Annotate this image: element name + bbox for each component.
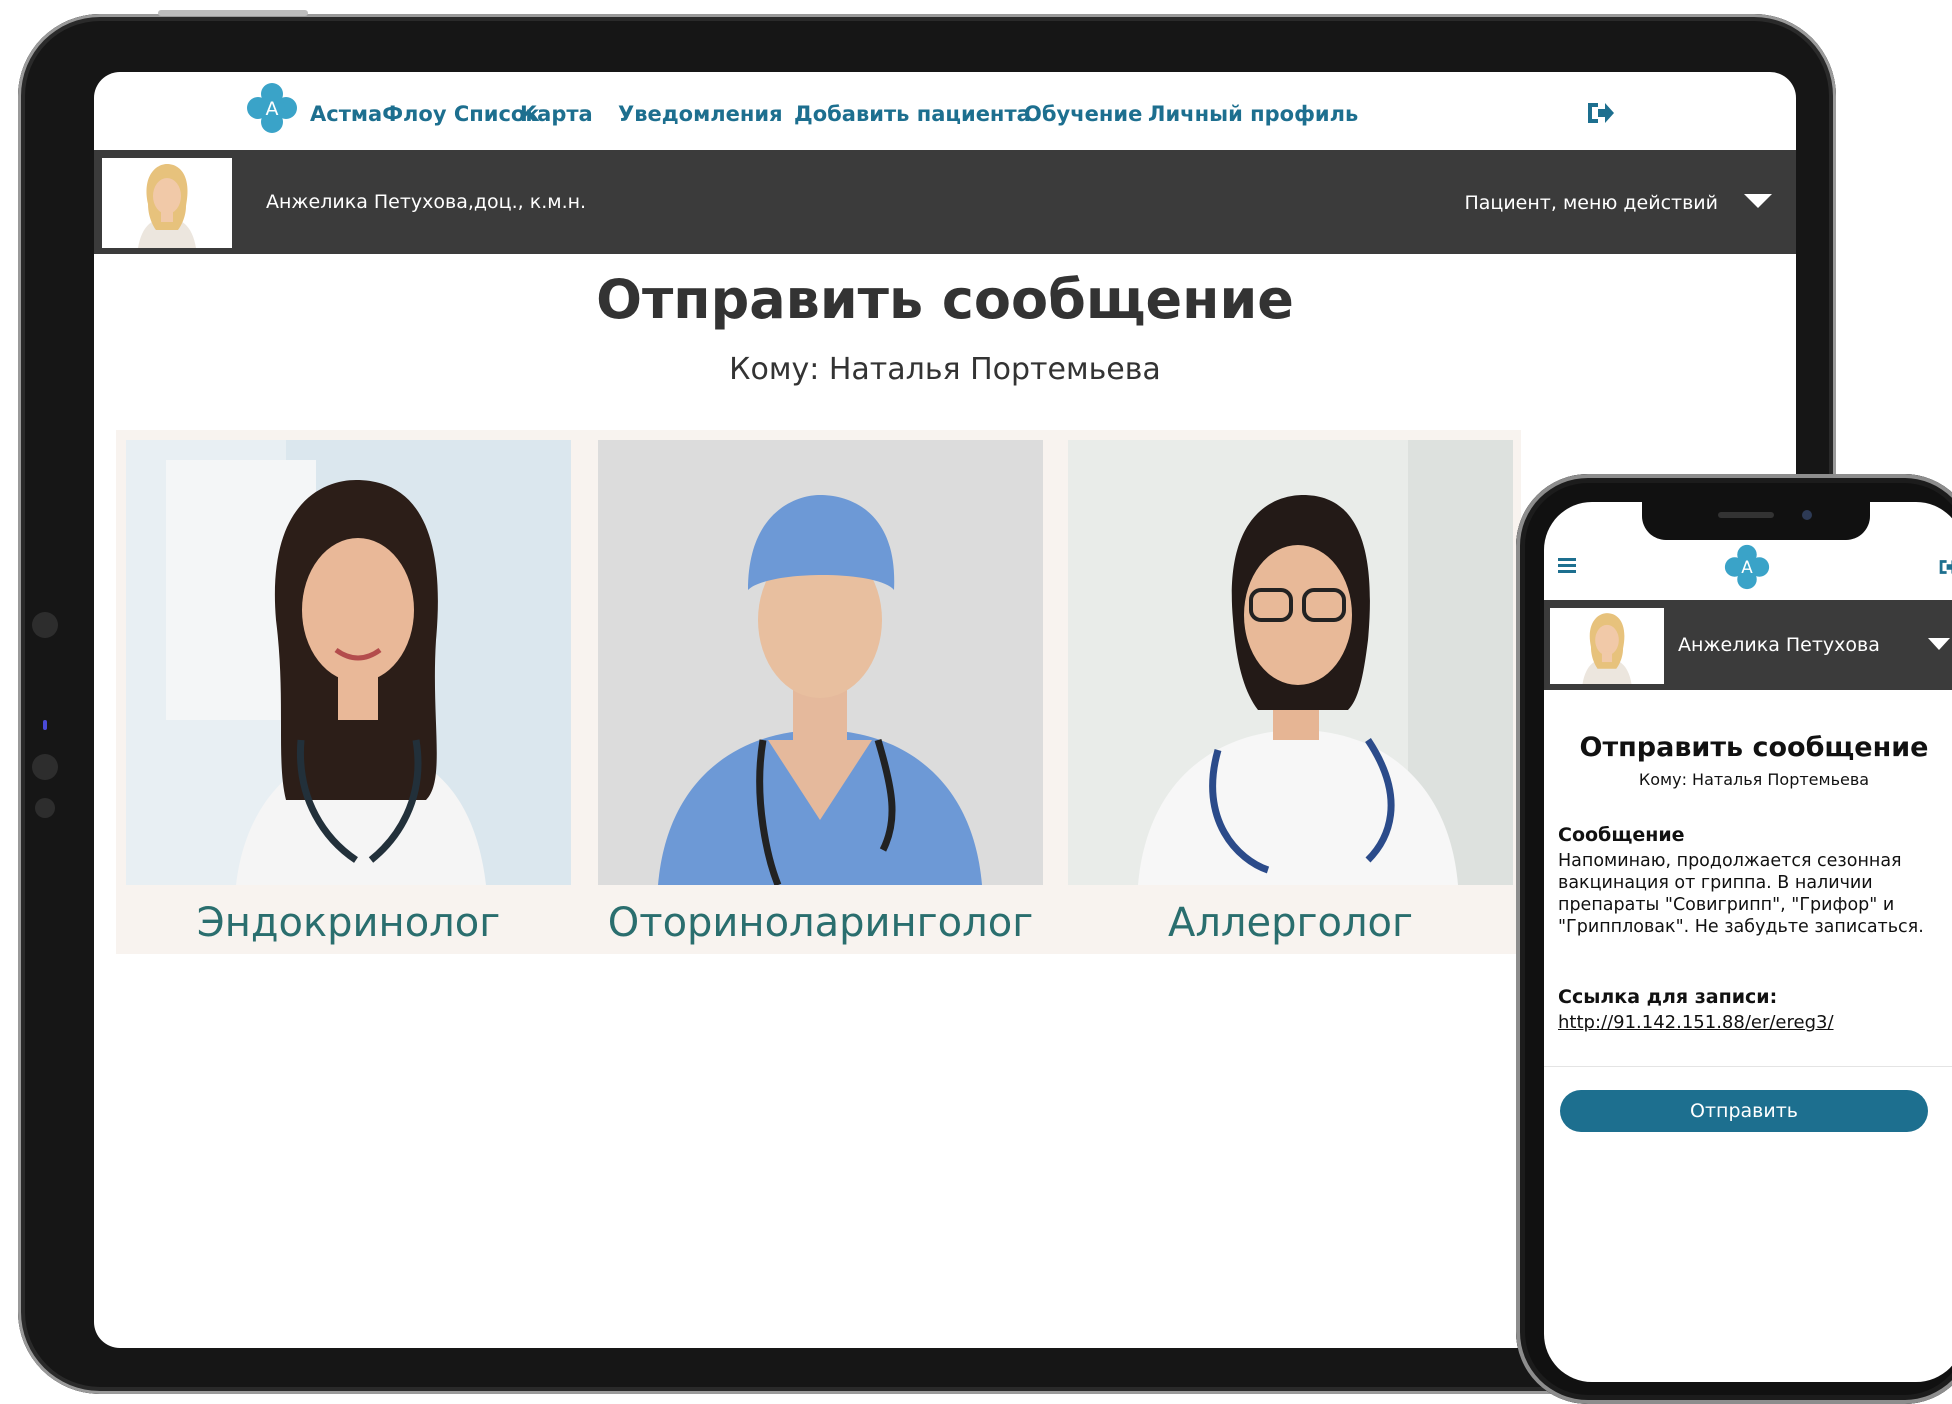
logo-icon[interactable]: A [246,82,298,134]
nav-brand-link[interactable]: АстмаФлоу Список [310,102,540,126]
hamburger-icon[interactable] [1558,558,1576,574]
nav-item-map[interactable]: Карта [520,102,593,126]
avatar [102,158,232,248]
nav-item-profile[interactable]: Личный профиль [1148,102,1358,126]
patient-actions-menu[interactable]: Пациент, меню действий [1464,192,1718,214]
link-label: Ссылка для записи: [1558,986,1778,1008]
top-navigation: A АстмаФлоу Список Карта Уведомления Доб… [94,72,1796,150]
specialist-card-allergist[interactable]: Аллерголог [1068,440,1513,946]
tablet-side-button [35,798,55,818]
specialist-label: Оториноларинголог [607,900,1034,946]
recipient-label: Кому: Наталья Портемьева [1638,770,1870,789]
avatar [1550,608,1664,684]
page-title: Отправить сообщение [1579,732,1929,763]
specialist-label: Аллерголог [1167,900,1414,946]
phone-user-bar: Анжелика Петухова [1544,600,1952,690]
doctor-photo [598,440,1043,885]
recipient-label: Кому: Наталья Портемьева [729,352,1161,387]
user-name: Анжелика Петухова [1678,634,1880,656]
nav-item-notifications[interactable]: Уведомления [618,102,783,126]
phone-screen: A Анжелика Петухова Отправить сообщение … [1544,502,1952,1382]
phone-camera [1802,510,1812,520]
tablet-side-button [32,612,58,638]
exit-icon[interactable] [1586,100,1614,126]
specialist-card-endocrinologist[interactable]: Эндокринолог [126,440,571,946]
tablet-side-button [32,754,58,780]
logo-letter: A [1741,557,1753,577]
page-title: Отправить сообщение [596,268,1294,331]
logo-letter: A [266,98,279,120]
send-button[interactable]: Отправить [1560,1090,1928,1132]
doctor-photo [126,440,571,885]
exit-icon[interactable] [1938,558,1952,576]
tablet-indicator [43,720,47,730]
nav-item-learning[interactable]: Обучение [1024,102,1142,126]
phone-notch [1642,502,1870,540]
message-text[interactable]: Напоминаю, продолжается сезонная вакцина… [1558,850,1952,938]
nav-item-add-patient[interactable]: Добавить пациента [794,102,1031,126]
user-name: Анжелика Петухова,доц., к.м.н. [266,191,587,213]
specialist-label: Эндокринолог [196,900,501,946]
phone-device: A Анжелика Петухова Отправить сообщение … [1516,474,1952,1404]
registration-link[interactable]: http://91.142.151.88/er/ereg3/ [1558,1012,1834,1033]
user-bar: Анжелика Петухова,доц., к.м.н. Пациент, … [94,150,1796,254]
doctor-photo [1068,440,1513,885]
logo-icon[interactable]: A [1724,544,1770,590]
message-label: Сообщение [1558,824,1685,846]
chevron-down-icon[interactable] [1744,194,1772,208]
divider [1544,1066,1952,1067]
phone-speaker [1718,512,1774,518]
chevron-down-icon[interactable] [1928,638,1950,650]
tablet-edge [158,10,308,16]
specialist-cards: Эндокринолог Оториноларинголог Аллерголо… [116,430,1521,954]
specialist-card-ent[interactable]: Оториноларинголог [598,440,1043,946]
